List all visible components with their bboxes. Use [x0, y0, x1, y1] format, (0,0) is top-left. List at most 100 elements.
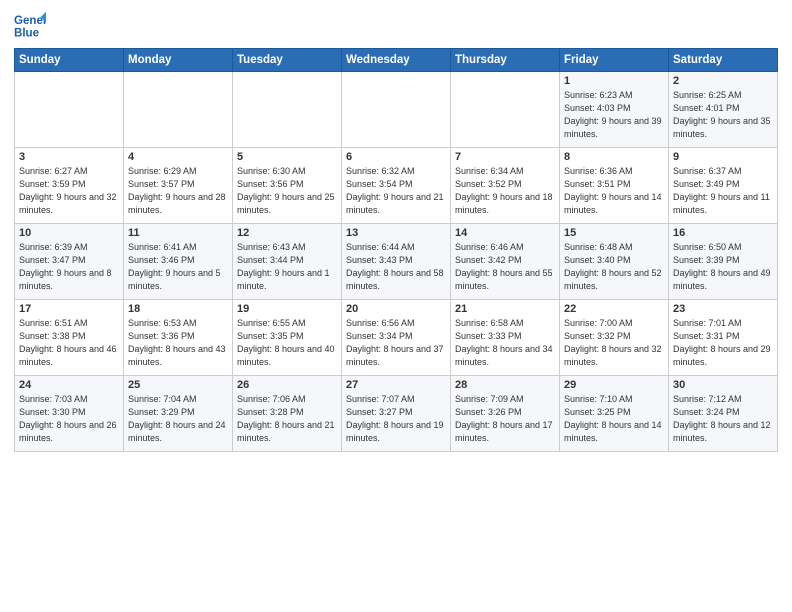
week-row-5: 24 Sunrise: 7:03 AM Sunset: 3:30 PM Dayli…: [15, 376, 778, 452]
day-cell: 16 Sunrise: 6:50 AM Sunset: 3:39 PM Dayli…: [669, 224, 778, 300]
day-cell: [342, 72, 451, 148]
day-cell: 1 Sunrise: 6:23 AM Sunset: 4:03 PM Daylig…: [560, 72, 669, 148]
svg-text:Blue: Blue: [14, 28, 40, 40]
day-cell: 15 Sunrise: 6:48 AM Sunset: 3:40 PM Dayli…: [560, 224, 669, 300]
day-info: Sunrise: 7:06 AM Sunset: 3:28 PM Dayligh…: [237, 393, 337, 445]
day-info: Sunrise: 6:44 AM Sunset: 3:43 PM Dayligh…: [346, 241, 446, 293]
col-header-wednesday: Wednesday: [342, 49, 451, 72]
day-cell: 8Sunrise: 6:36 AM Sunset: 3:51 PM Daylig…: [560, 148, 669, 224]
col-header-tuesday: Tuesday: [233, 49, 342, 72]
day-info: Sunrise: 7:07 AM Sunset: 3:27 PM Dayligh…: [346, 393, 446, 445]
day-number: 21: [455, 303, 555, 315]
day-cell: 26Sunrise: 7:06 AM Sunset: 3:28 PM Dayli…: [233, 376, 342, 452]
col-header-thursday: Thursday: [451, 49, 560, 72]
day-info: Sunrise: 6:46 AM Sunset: 3:42 PM Dayligh…: [455, 241, 555, 293]
day-cell: [233, 72, 342, 148]
day-cell: 22Sunrise: 7:00 AM Sunset: 3:32 PM Dayli…: [560, 300, 669, 376]
day-info: Sunrise: 7:00 AM Sunset: 3:32 PM Dayligh…: [564, 317, 664, 369]
day-number: 1: [564, 75, 664, 87]
day-number: 11: [128, 227, 228, 239]
day-number: 20: [346, 303, 446, 315]
day-cell: 10Sunrise: 6:39 AM Sunset: 3:47 PM Dayli…: [15, 224, 124, 300]
header: General Blue: [14, 10, 778, 42]
day-cell: 20 Sunrise: 6:56 AM Sunset: 3:34 PM Dayli…: [342, 300, 451, 376]
day-cell: 9 Sunrise: 6:37 AM Sunset: 3:49 PM Daylig…: [669, 148, 778, 224]
day-cell: 3Sunrise: 6:27 AM Sunset: 3:59 PM Daylig…: [15, 148, 124, 224]
day-info: Sunrise: 6:25 AM Sunset: 4:01 PM Dayligh…: [673, 89, 773, 141]
day-number: 5: [237, 151, 337, 163]
day-cell: 11 Sunrise: 6:41 AM Sunset: 3:46 PM Dayli…: [124, 224, 233, 300]
day-info: Sunrise: 6:37 AM Sunset: 3:49 PM Dayligh…: [673, 165, 773, 217]
day-cell: 14Sunrise: 6:46 AM Sunset: 3:42 PM Dayli…: [451, 224, 560, 300]
day-cell: [451, 72, 560, 148]
col-header-friday: Friday: [560, 49, 669, 72]
day-number: 29: [564, 379, 664, 391]
day-info: Sunrise: 7:03 AM Sunset: 3:30 PM Dayligh…: [19, 393, 119, 445]
day-cell: [124, 72, 233, 148]
day-number: 27: [346, 379, 446, 391]
day-info: Sunrise: 6:51 AM Sunset: 3:38 PM Dayligh…: [19, 317, 119, 369]
day-number: 24: [19, 379, 119, 391]
day-info: Sunrise: 7:01 AM Sunset: 3:31 PM Dayligh…: [673, 317, 773, 369]
day-cell: 4 Sunrise: 6:29 AM Sunset: 3:57 PM Daylig…: [124, 148, 233, 224]
day-number: 28: [455, 379, 555, 391]
day-cell: 2 Sunrise: 6:25 AM Sunset: 4:01 PM Daylig…: [669, 72, 778, 148]
day-cell: 13 Sunrise: 6:44 AM Sunset: 3:43 PM Dayli…: [342, 224, 451, 300]
day-number: 17: [19, 303, 119, 315]
day-info: Sunrise: 6:41 AM Sunset: 3:46 PM Dayligh…: [128, 241, 228, 293]
day-number: 30: [673, 379, 773, 391]
day-cell: 17 Sunrise: 6:51 AM Sunset: 3:38 PM Dayli…: [15, 300, 124, 376]
day-number: 2: [673, 75, 773, 87]
day-number: 25: [128, 379, 228, 391]
day-number: 7: [455, 151, 555, 163]
day-info: Sunrise: 6:36 AM Sunset: 3:51 PM Dayligh…: [564, 165, 664, 217]
day-info: Sunrise: 6:50 AM Sunset: 3:39 PM Dayligh…: [673, 241, 773, 293]
day-cell: 6 Sunrise: 6:32 AM Sunset: 3:54 PM Daylig…: [342, 148, 451, 224]
day-info: Sunrise: 7:09 AM Sunset: 3:26 PM Dayligh…: [455, 393, 555, 445]
day-number: 9: [673, 151, 773, 163]
logo-icon: General Blue: [14, 10, 46, 42]
day-number: 4: [128, 151, 228, 163]
day-cell: 21 Sunrise: 6:58 AM Sunset: 3:33 PM Dayli…: [451, 300, 560, 376]
col-header-saturday: Saturday: [669, 49, 778, 72]
day-info: Sunrise: 7:12 AM Sunset: 3:24 PM Dayligh…: [673, 393, 773, 445]
day-number: 13: [346, 227, 446, 239]
day-info: Sunrise: 6:29 AM Sunset: 3:57 PM Dayligh…: [128, 165, 228, 217]
day-cell: 19 Sunrise: 6:55 AM Sunset: 3:35 PM Dayli…: [233, 300, 342, 376]
calendar-page: General Blue SundayMondayTuesdayWednesda…: [0, 0, 792, 612]
day-cell: 23 Sunrise: 7:01 AM Sunset: 3:31 PM Dayli…: [669, 300, 778, 376]
col-header-sunday: Sunday: [15, 49, 124, 72]
day-info: Sunrise: 6:30 AM Sunset: 3:56 PM Dayligh…: [237, 165, 337, 217]
calendar-table: SundayMondayTuesdayWednesdayThursdayFrid…: [14, 48, 778, 452]
header-row: SundayMondayTuesdayWednesdayThursdayFrid…: [15, 49, 778, 72]
day-number: 18: [128, 303, 228, 315]
day-info: Sunrise: 6:32 AM Sunset: 3:54 PM Dayligh…: [346, 165, 446, 217]
day-number: 16: [673, 227, 773, 239]
col-header-monday: Monday: [124, 49, 233, 72]
day-cell: [15, 72, 124, 148]
day-number: 3: [19, 151, 119, 163]
day-cell: 12Sunrise: 6:43 AM Sunset: 3:44 PM Dayli…: [233, 224, 342, 300]
day-number: 19: [237, 303, 337, 315]
day-cell: 24 Sunrise: 7:03 AM Sunset: 3:30 PM Dayli…: [15, 376, 124, 452]
day-number: 6: [346, 151, 446, 163]
day-number: 10: [19, 227, 119, 239]
day-cell: 5 Sunrise: 6:30 AM Sunset: 3:56 PM Daylig…: [233, 148, 342, 224]
day-info: Sunrise: 7:04 AM Sunset: 3:29 PM Dayligh…: [128, 393, 228, 445]
day-cell: 29Sunrise: 7:10 AM Sunset: 3:25 PM Dayli…: [560, 376, 669, 452]
logo: General Blue: [14, 10, 46, 42]
day-info: Sunrise: 6:55 AM Sunset: 3:35 PM Dayligh…: [237, 317, 337, 369]
day-number: 23: [673, 303, 773, 315]
day-cell: 27 Sunrise: 7:07 AM Sunset: 3:27 PM Dayli…: [342, 376, 451, 452]
week-row-2: 3Sunrise: 6:27 AM Sunset: 3:59 PM Daylig…: [15, 148, 778, 224]
day-number: 15: [564, 227, 664, 239]
week-row-1: 1 Sunrise: 6:23 AM Sunset: 4:03 PM Daylig…: [15, 72, 778, 148]
day-info: Sunrise: 6:23 AM Sunset: 4:03 PM Dayligh…: [564, 89, 664, 141]
week-row-3: 10Sunrise: 6:39 AM Sunset: 3:47 PM Dayli…: [15, 224, 778, 300]
day-info: Sunrise: 6:56 AM Sunset: 3:34 PM Dayligh…: [346, 317, 446, 369]
day-cell: 25 Sunrise: 7:04 AM Sunset: 3:29 PM Dayli…: [124, 376, 233, 452]
day-info: Sunrise: 6:58 AM Sunset: 3:33 PM Dayligh…: [455, 317, 555, 369]
day-info: Sunrise: 6:48 AM Sunset: 3:40 PM Dayligh…: [564, 241, 664, 293]
day-info: Sunrise: 6:53 AM Sunset: 3:36 PM Dayligh…: [128, 317, 228, 369]
day-cell: 30 Sunrise: 7:12 AM Sunset: 3:24 PM Dayli…: [669, 376, 778, 452]
